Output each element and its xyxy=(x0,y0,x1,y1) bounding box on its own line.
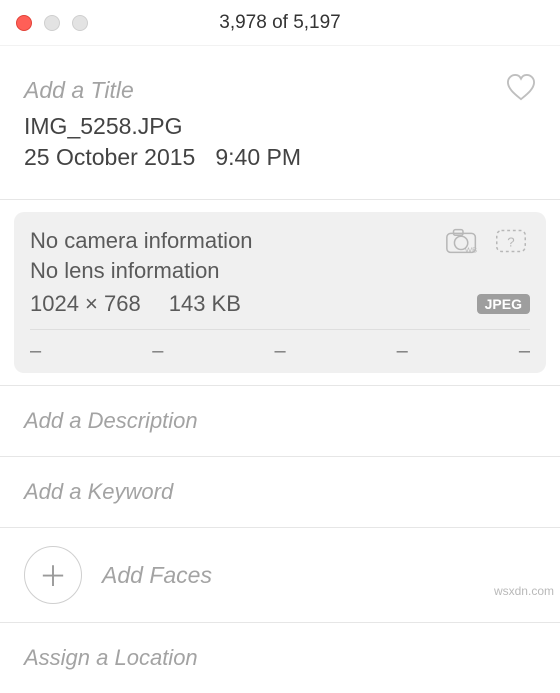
filesize-text: 143 KB xyxy=(169,291,241,317)
svg-text:WB: WB xyxy=(465,245,477,254)
unknown-format-icon: ? xyxy=(492,226,530,261)
window-titlebar: 3,978 of 5,197 xyxy=(0,0,560,46)
plus-icon: ＋ xyxy=(39,555,67,595)
minimize-window-button[interactable] xyxy=(44,15,60,31)
exif-field: – xyxy=(274,340,285,363)
exif-meta-row: – – – – – xyxy=(30,329,530,363)
keyword-placeholder: Add a Keyword xyxy=(24,479,173,504)
camera-info-text: No camera information xyxy=(30,226,253,256)
filename-label: IMG_5258.JPG xyxy=(24,113,536,140)
svg-text:?: ? xyxy=(507,235,514,250)
traffic-lights xyxy=(0,15,88,31)
faces-label: Add Faces xyxy=(102,562,212,589)
exif-field: – xyxy=(519,340,530,363)
time-text: 9:40 PM xyxy=(215,144,301,170)
dimensions-text: 1024 × 768 xyxy=(30,291,141,317)
keyword-field[interactable]: Add a Keyword xyxy=(0,456,560,527)
location-placeholder: Assign a Location xyxy=(24,645,198,670)
exif-field: – xyxy=(397,340,408,363)
exif-field: – xyxy=(30,340,41,363)
format-badge: JPEG xyxy=(477,294,530,314)
description-placeholder: Add a Description xyxy=(24,408,198,433)
close-window-button[interactable] xyxy=(16,15,32,31)
favorite-heart-icon[interactable] xyxy=(506,74,536,107)
lens-info-text: No lens information xyxy=(30,256,253,286)
faces-field[interactable]: ＋ Add Faces xyxy=(0,527,560,622)
camera-info-card: No camera information No lens informatio… xyxy=(14,212,546,373)
title-input[interactable]: Add a Title xyxy=(24,77,134,104)
white-balance-icon: WB xyxy=(444,226,482,261)
info-card-container: No camera information No lens informatio… xyxy=(0,200,560,385)
zoom-window-button[interactable] xyxy=(72,15,88,31)
description-field[interactable]: Add a Description xyxy=(0,385,560,456)
datetime-label[interactable]: 25 October 2015 9:40 PM xyxy=(24,144,536,171)
add-face-button[interactable]: ＋ xyxy=(24,546,82,604)
location-field[interactable]: Assign a Location xyxy=(0,622,560,693)
date-text: 25 October 2015 xyxy=(24,144,195,170)
watermark-text: wsxdn.com xyxy=(494,584,554,598)
exif-field: – xyxy=(152,340,163,363)
title-section: Add a Title IMG_5258.JPG 25 October 2015… xyxy=(0,46,560,181)
